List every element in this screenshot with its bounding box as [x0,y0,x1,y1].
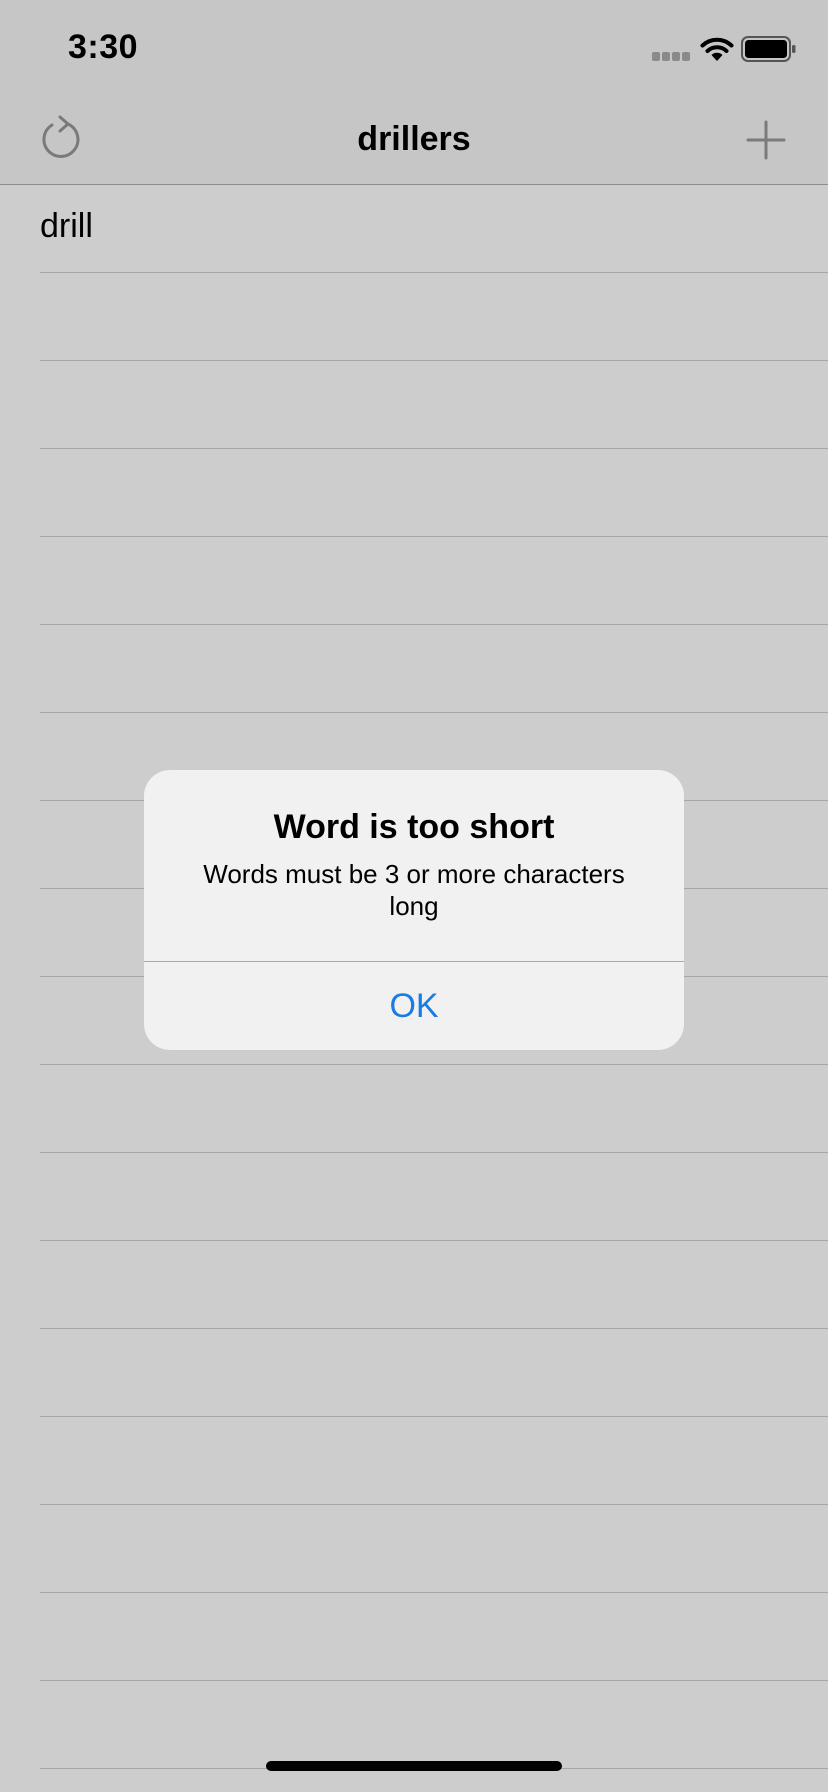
home-indicator[interactable] [266,1761,562,1771]
list-item[interactable] [40,537,828,625]
list-item[interactable] [40,1417,828,1505]
list-item-label: drill [40,207,93,245]
alert-title: Word is too short [273,808,555,846]
list-item[interactable] [40,449,828,537]
add-button[interactable] [742,116,790,164]
list-item[interactable] [40,1241,828,1329]
status-time: 3:30 [68,28,139,66]
list-item[interactable] [40,625,828,713]
alert-dialog: Word is too short Words must be 3 or mor… [144,770,684,1050]
list-item[interactable] [40,273,828,361]
list-item[interactable] [40,1065,828,1153]
list-item[interactable] [40,1153,828,1241]
list-item[interactable] [40,1681,828,1769]
list-item[interactable]: drill [40,185,828,273]
battery-icon [741,36,796,62]
list-item[interactable] [40,1593,828,1681]
list-item[interactable] [40,1329,828,1417]
status-bar: 3:30 [0,0,828,96]
list-item[interactable] [40,361,828,449]
navigation-bar: drillers [0,96,828,185]
ok-button[interactable]: OK [144,962,684,1050]
alert-message: Words must be 3 or more characters long [203,859,625,921]
page-title: drillers [357,120,471,158]
list-item[interactable] [40,1505,828,1593]
wifi-icon [700,37,734,61]
cellular-signal-icon [652,52,692,62]
